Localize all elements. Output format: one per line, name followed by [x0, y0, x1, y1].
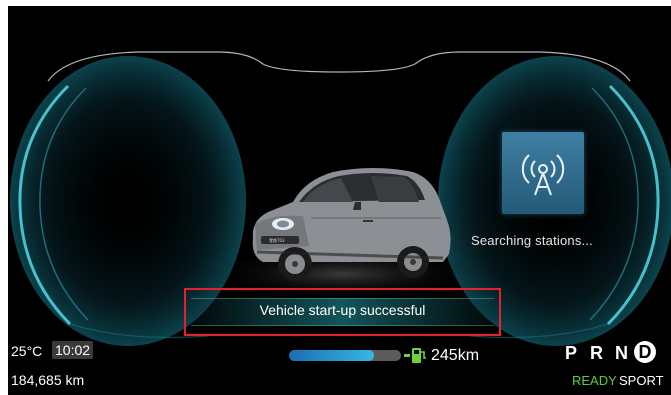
clock-time: 10:02	[52, 341, 94, 359]
charger-icon	[404, 348, 426, 363]
outside-temperature: 25°C	[11, 343, 43, 359]
startup-status-banner: Vehicle start-up successful	[184, 288, 501, 336]
vehicle-illustration: 零跑T03	[252, 168, 451, 281]
gear-park: P	[565, 343, 578, 363]
gear-reverse: R	[590, 343, 603, 363]
instrument-cluster: 零跑T03 Searching stations... Vehicle star…	[8, 6, 671, 395]
svg-text:零跑T03: 零跑T03	[269, 237, 285, 243]
station-search-tile	[502, 132, 584, 214]
antenna-signal-icon	[521, 154, 565, 196]
battery-level-bar	[289, 350, 401, 361]
station-search-status: Searching stations...	[471, 233, 593, 248]
drive-mode-indicator: SPORT	[619, 373, 664, 388]
battery-level-fill	[289, 350, 375, 361]
ready-indicator: READY	[572, 373, 617, 388]
remaining-range: 245km	[431, 347, 480, 364]
gear-indicator: P R N D	[565, 341, 671, 365]
gear-neutral: N	[615, 343, 628, 363]
startup-status-message: Vehicle start-up successful	[259, 302, 426, 318]
gear-drive-active: D	[634, 341, 656, 363]
odometer-reading: 184,685 km	[11, 372, 85, 388]
